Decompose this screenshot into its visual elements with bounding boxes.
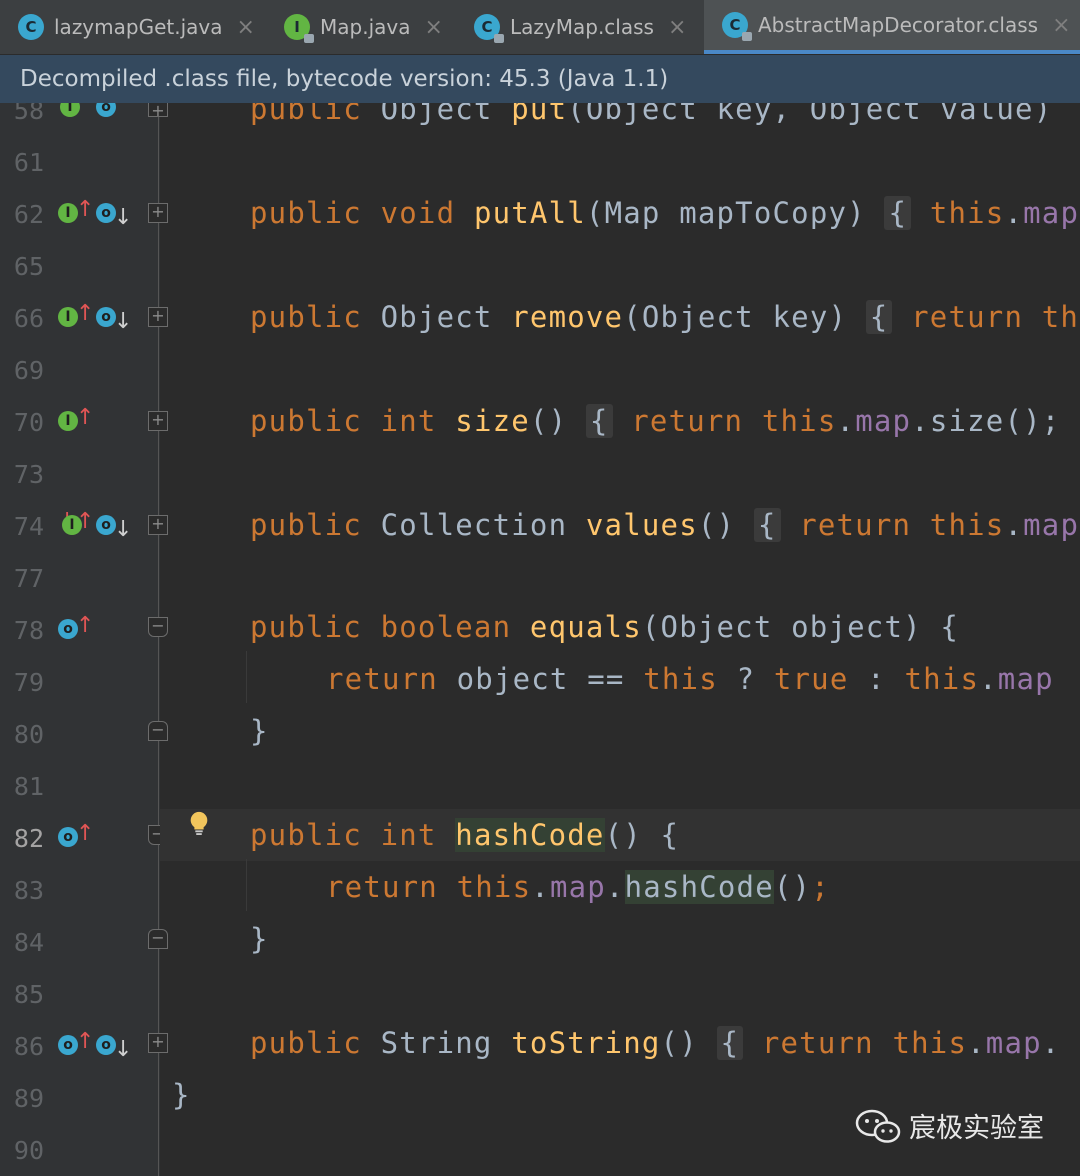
tab-lazymap-class[interactable]: C LazyMap.class × bbox=[456, 0, 702, 54]
tab-map-java[interactable]: I Map.java × bbox=[266, 0, 452, 54]
code-line: public Collection values() { return this… bbox=[250, 508, 1080, 542]
down-arrow-icon: ↓ bbox=[114, 517, 133, 542]
line-number: 65 bbox=[13, 252, 44, 281]
up-arrow-icon: ↑ bbox=[76, 301, 95, 326]
code-line: public boolean equals(Object object) { bbox=[250, 610, 960, 644]
watermark: 宸极实验室 bbox=[855, 1106, 1044, 1145]
code-line: public Object put(Object key, Object val… bbox=[250, 103, 1053, 126]
indent-guide bbox=[246, 651, 247, 703]
line-number: 89 bbox=[13, 1084, 44, 1113]
line-number: 86 bbox=[13, 1032, 44, 1061]
down-arrow-icon: ↓ bbox=[114, 205, 133, 230]
line-number: 58 bbox=[13, 103, 44, 125]
interface-icon: I bbox=[284, 14, 314, 43]
wechat-logo-icon bbox=[855, 1109, 901, 1143]
lock-icon bbox=[304, 34, 314, 43]
implements-method-icon[interactable]: I bbox=[60, 103, 80, 117]
up-arrow-icon: ↑ bbox=[76, 821, 95, 846]
line-number: 80 bbox=[13, 720, 44, 749]
lock-icon bbox=[494, 34, 504, 43]
line-number: 77 bbox=[13, 564, 44, 593]
tab-lazymapget-java[interactable]: C lazymapGet.java × bbox=[0, 0, 262, 54]
implements-method-icon[interactable]: I bbox=[58, 411, 78, 431]
line-number: 90 bbox=[13, 1136, 44, 1165]
overridden-method-icon[interactable]: o bbox=[96, 515, 116, 535]
tab-abstractmapdecorator-class[interactable]: C AbstractMapDecorator.class × bbox=[704, 0, 1080, 54]
implements-method-icon[interactable]: I bbox=[58, 203, 78, 223]
line-number: 70 bbox=[13, 408, 44, 437]
class-icon: C bbox=[722, 12, 752, 41]
overridden-method-icon[interactable]: o bbox=[96, 1035, 116, 1055]
code-line: return this.map.hashCode(); bbox=[326, 870, 830, 904]
code-line: public int hashCode() { bbox=[250, 818, 680, 852]
overrides-method-icon[interactable]: o bbox=[58, 1035, 78, 1055]
up-arrow-icon: ↑ bbox=[76, 509, 95, 534]
line-number-current: 82 bbox=[13, 824, 44, 853]
line-number: 74 bbox=[13, 512, 44, 541]
overridden-method-icon[interactable]: o bbox=[96, 103, 116, 117]
line-number: 78 bbox=[13, 616, 44, 645]
lightbulb-icon[interactable] bbox=[188, 811, 210, 835]
code-line: return object == this ? true : this.map bbox=[326, 662, 1054, 696]
up-arrow-icon: ↑ bbox=[76, 1029, 95, 1054]
class-icon: C bbox=[474, 14, 504, 43]
overrides-method-icon[interactable]: o bbox=[58, 827, 78, 847]
up-arrow-icon: ↑ bbox=[76, 613, 95, 638]
line-number: 62 bbox=[13, 200, 44, 229]
tab-label: Map.java bbox=[320, 15, 411, 39]
close-icon[interactable]: × bbox=[424, 15, 442, 40]
line-number: 79 bbox=[13, 668, 44, 697]
line-number: 66 bbox=[13, 304, 44, 333]
code-line: } bbox=[250, 714, 269, 748]
tab-label: LazyMap.class bbox=[510, 15, 654, 39]
implements-method-icon[interactable]: I bbox=[58, 307, 78, 327]
line-number: 83 bbox=[13, 876, 44, 905]
indent-guide bbox=[246, 859, 247, 911]
close-icon[interactable]: × bbox=[1052, 13, 1070, 38]
code-editor[interactable]: public Object put(Object key, Object val… bbox=[160, 103, 1080, 1176]
decompiled-notice-banner: Decompiled .class file, bytecode version… bbox=[0, 55, 1080, 103]
class-icon: C bbox=[18, 14, 44, 40]
line-number: 85 bbox=[13, 980, 44, 1009]
code-line: } bbox=[250, 922, 269, 956]
overridden-method-icon[interactable]: o bbox=[96, 307, 116, 327]
close-icon[interactable]: × bbox=[237, 15, 255, 40]
code-line: public Object remove(Object key) { retur… bbox=[250, 300, 1080, 334]
watermark-text: 宸极实验室 bbox=[909, 1113, 1044, 1144]
lock-icon bbox=[742, 32, 752, 41]
line-number: 61 bbox=[13, 148, 44, 177]
tab-label: lazymapGet.java bbox=[54, 15, 223, 39]
banner-text: Decompiled .class file, bytecode version… bbox=[20, 66, 669, 92]
editor-tab-bar: C lazymapGet.java × I Map.java × C LazyM… bbox=[0, 0, 1080, 55]
overridden-method-icon[interactable]: o bbox=[96, 203, 116, 223]
line-number: 84 bbox=[13, 928, 44, 957]
line-number: 69 bbox=[13, 356, 44, 385]
down-arrow-icon: ↓ bbox=[114, 309, 133, 334]
up-arrow-icon: ↑ bbox=[76, 197, 95, 222]
code-line: public void putAll(Map mapToCopy) { this… bbox=[250, 196, 1080, 230]
code-line: } bbox=[172, 1078, 191, 1112]
down-arrow-icon: ↓ bbox=[114, 1037, 133, 1062]
code-line: public int size() { return this.map.size… bbox=[250, 404, 1061, 438]
tab-label: AbstractMapDecorator.class bbox=[758, 13, 1039, 37]
close-icon[interactable]: × bbox=[668, 15, 686, 40]
editor-gutter[interactable]: 58 61 62 65 66 69 70 73 74 77 78 79 80 8… bbox=[0, 103, 160, 1176]
gutter-divider bbox=[158, 103, 159, 1176]
code-line: public String toString() { return this.m… bbox=[250, 1026, 1061, 1060]
line-number: 81 bbox=[13, 772, 44, 801]
line-number: 73 bbox=[13, 460, 44, 489]
overrides-method-icon[interactable]: o bbox=[58, 619, 78, 639]
up-arrow-icon: ↑ bbox=[76, 405, 95, 430]
